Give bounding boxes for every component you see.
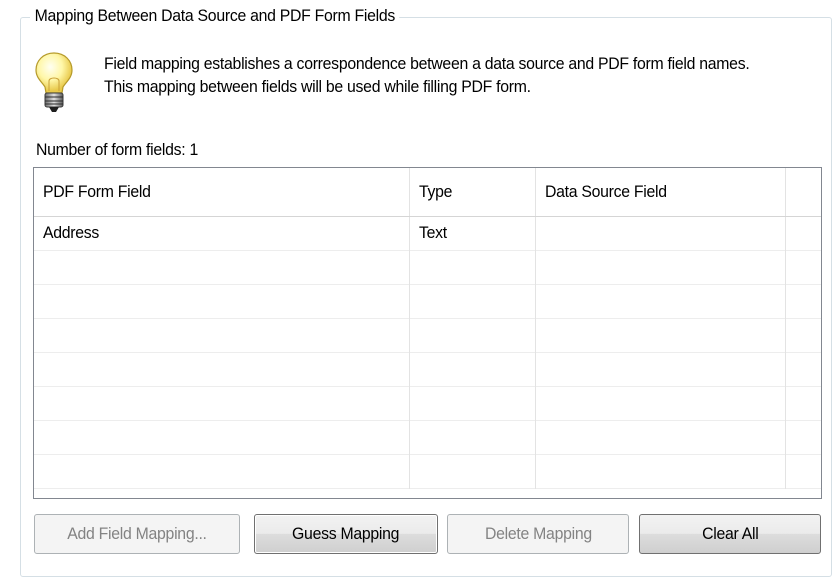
empty-row: [34, 319, 821, 353]
empty-row: [34, 387, 821, 421]
field-mapping-grid[interactable]: PDF Form Field Type Data Source Field Ad…: [33, 167, 822, 499]
mapping-panel: Mapping Between Data Source and PDF Form…: [0, 0, 838, 577]
group-title: Mapping Between Data Source and PDF Form…: [30, 6, 400, 26]
grid-header: PDF Form Field Type Data Source Field: [34, 168, 821, 217]
guess-mapping-button[interactable]: Guess Mapping: [254, 514, 438, 554]
cell-pdf-form-field[interactable]: Address: [34, 217, 410, 251]
cell-type[interactable]: Text: [410, 217, 536, 251]
empty-row: [34, 421, 821, 455]
empty-row: [34, 455, 821, 489]
cell-filler: [786, 217, 821, 251]
lightbulb-icon: [35, 52, 73, 112]
form-field-count: Number of form fields: 1: [36, 140, 199, 159]
clear-all-button[interactable]: Clear All: [639, 514, 821, 554]
column-header-type[interactable]: Type: [410, 168, 536, 216]
info-text: Field mapping establishes a corresponden…: [104, 54, 750, 96]
empty-row: [34, 251, 821, 285]
cell-data-source-field[interactable]: [536, 217, 786, 251]
delete-mapping-button[interactable]: Delete Mapping: [447, 514, 629, 554]
table-row[interactable]: Address Text: [34, 217, 821, 251]
grid-rows: Address Text: [34, 217, 821, 489]
add-field-mapping-button[interactable]: Add Field Mapping...: [34, 514, 240, 554]
column-header-data-source-field[interactable]: Data Source Field: [536, 168, 786, 216]
column-header-filler: [786, 168, 821, 216]
empty-row: [34, 285, 821, 319]
column-header-pdf-form-field[interactable]: PDF Form Field: [34, 168, 410, 216]
empty-row: [34, 353, 821, 387]
